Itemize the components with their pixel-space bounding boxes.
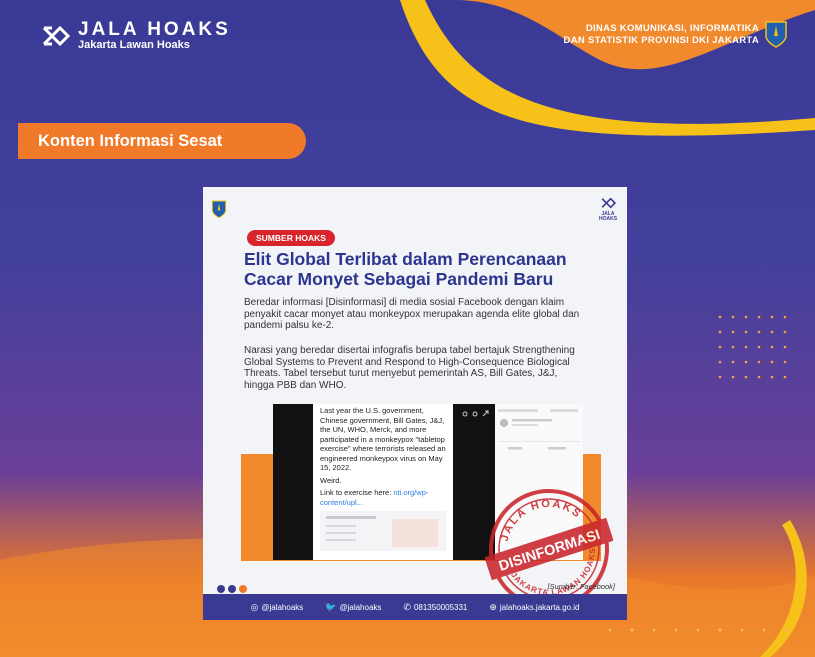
search-icon [472,411,478,417]
source-badge: SUMBER HOAKS [247,230,335,246]
footer-instagram[interactable]: ◎ @jalahoaks [250,602,303,613]
dki-emblem-icon [765,21,787,48]
expand-icon [482,410,489,417]
footer-twitter[interactable]: 🐦 @jalahoaks [325,602,381,613]
dot-grid-decoration [718,315,787,379]
tweet-screenshot: Last year the U.S. government, Chinese g… [313,404,453,560]
facebook-post-thumbnail [498,409,580,450]
infinity-logo-icon [42,25,70,46]
footer-website[interactable]: ⊕ jalahoaks.jakarta.go.id [489,602,579,613]
twitter-icon: 🐦 [325,601,337,612]
instagram-icon: ◎ [250,601,259,612]
brand-tagline: Jakarta Lawan Hoaks [78,39,190,51]
globe-icon: ⊕ [489,601,497,612]
card-title: Elit Global Terlibat dalam Perencanaan C… [244,249,567,289]
whatsapp-icon: ✆ [403,601,411,612]
footer-whatsapp[interactable]: ✆ 081350005331 [403,602,467,613]
slide: JALA HOAKS Jakarta Lawan Hoaks DINAS KOM… [0,0,815,657]
jalahoaks-small-logo: JALA HOAKS [599,196,617,226]
hoax-card: JALA HOAKS SUMBER HOAKS Elit Global Terl… [203,187,627,620]
dki-emblem-small-icon [211,200,227,219]
card-footer: ◎ @jalahoaks 🐦 @jalahoaks ✆ 081350005331 ⊕ j… [203,594,627,620]
zoom-icon [462,411,468,417]
jalahoaks-logo: JALA HOAKS Jakarta Lawan Hoaks [40,20,231,51]
infinity-small-icon [601,197,617,209]
brand-name: JALA HOAKS [78,19,231,40]
card-dots [217,585,247,593]
agency-name: DINAS KOMUNIKASI, INFORMATIKA DAN STATIS… [563,23,759,46]
dot-row-decoration [608,628,788,632]
image-toolbar [462,410,489,417]
source-caption: [Sumber: Facebook] [547,582,615,591]
category-label: Konten Informasi Sesat [18,123,306,159]
paragraph-2: Narasi yang beredar disertai infografis … [244,345,575,391]
paragraph-1: Beredar informasi [Disinformasi] di medi… [244,297,580,331]
table-thumbnail [320,511,446,551]
